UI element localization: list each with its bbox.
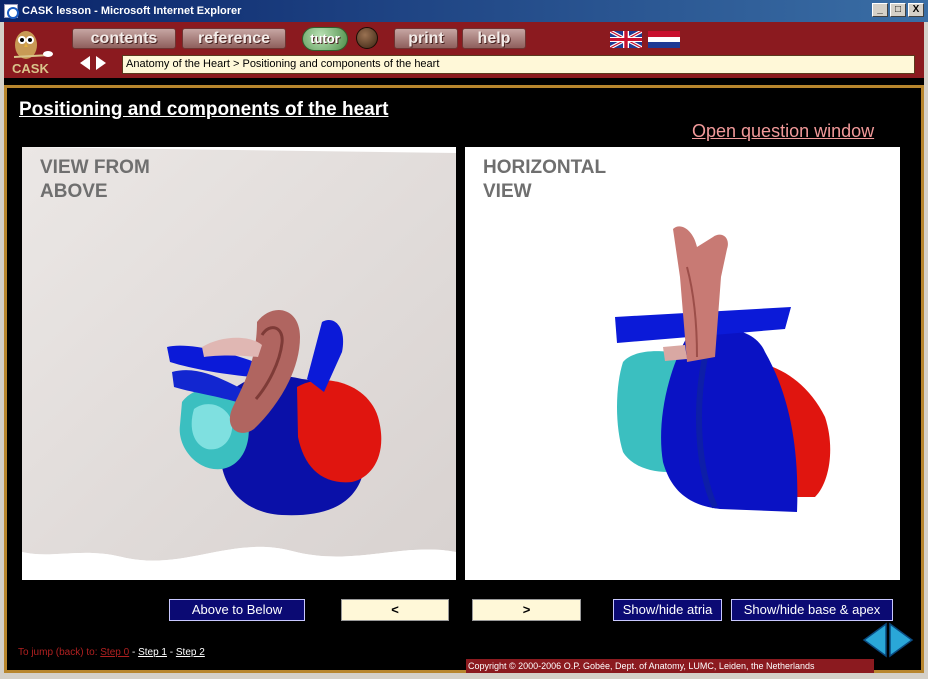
horizontal-view-label: HORIZONTAL VIEW [483, 157, 606, 202]
cask-toolbar: CASK contents reference tutor print help… [4, 22, 924, 78]
step-0-link[interactable]: Step 0 [100, 647, 129, 658]
tutor-button[interactable]: tutor [302, 27, 348, 51]
next-page-arrow-icon[interactable] [889, 622, 914, 658]
print-button[interactable]: print [394, 28, 458, 49]
jump-separator: - [167, 647, 176, 658]
heart-horizontal-illustration [615, 226, 831, 512]
step-2-link[interactable]: Step 2 [176, 647, 205, 658]
step-1-link[interactable]: Step 1 [138, 647, 167, 658]
previous-step-button[interactable]: < [341, 599, 449, 621]
forward-arrow-icon[interactable] [96, 56, 106, 70]
step-jump-links: To jump (back) to: Step 0 - Step 1 - Ste… [18, 647, 205, 658]
window-buttons: _ □ X [872, 3, 924, 17]
jump-prefix: To jump (back) to: [18, 647, 98, 658]
view-from-above-panel: VIEW FROM ABOVE [22, 147, 456, 580]
page-title: Positioning and components of the heart [19, 99, 389, 120]
above-to-below-button[interactable]: Above to Below [169, 599, 305, 621]
page-navigation-arrows [862, 622, 914, 658]
history-arrows [80, 56, 106, 70]
reference-button[interactable]: reference [182, 28, 286, 49]
window-titlebar: CASK lesson - Microsoft Internet Explore… [0, 0, 928, 22]
minimize-button[interactable]: _ [872, 3, 888, 17]
open-question-link[interactable]: Open question window [692, 121, 874, 142]
next-step-button[interactable]: > [472, 599, 581, 621]
back-arrow-icon[interactable] [80, 56, 90, 70]
heart-above-illustration [22, 147, 456, 580]
view-from-above-label: VIEW FROM ABOVE [40, 157, 150, 202]
window-title: CASK lesson - Microsoft Internet Explore… [22, 5, 242, 17]
cask-logo-text: CASK [12, 61, 49, 76]
tutor-avatar-icon[interactable] [356, 27, 378, 49]
uk-flag-icon[interactable] [610, 31, 642, 48]
ie-icon [4, 4, 19, 19]
nl-flag-icon[interactable] [648, 31, 680, 48]
maximize-button[interactable]: □ [890, 3, 906, 17]
show-hide-atria-button[interactable]: Show/hide atria [613, 599, 722, 621]
close-button[interactable]: X [908, 3, 924, 17]
copyright-footer: Copyright © 2000-2006 O.P. Gobée, Dept. … [466, 659, 874, 673]
help-button[interactable]: help [462, 28, 526, 49]
breadcrumb: Anatomy of the Heart > Positioning and c… [122, 55, 915, 74]
jump-separator: - [129, 647, 139, 658]
show-hide-base-apex-button[interactable]: Show/hide base & apex [731, 599, 893, 621]
previous-page-arrow-icon[interactable] [862, 622, 887, 658]
contents-button[interactable]: contents [72, 28, 176, 49]
horizontal-view-panel: HORIZONTAL VIEW [465, 147, 900, 580]
